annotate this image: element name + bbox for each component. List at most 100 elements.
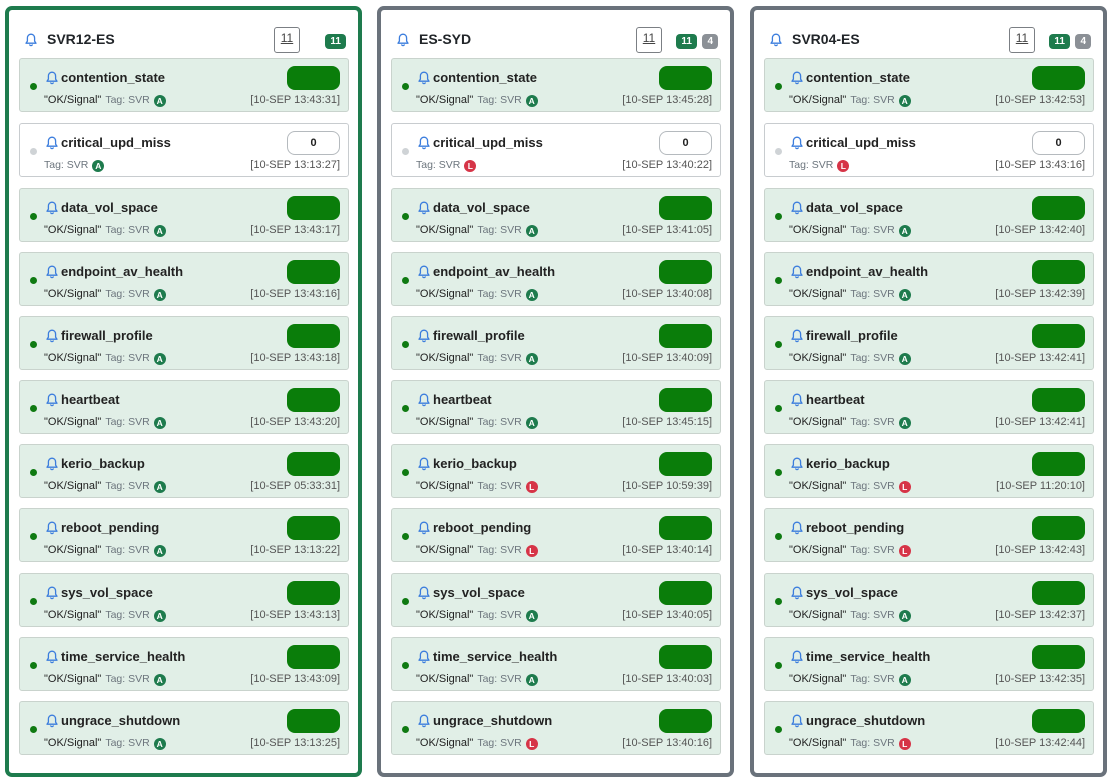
- bell-icon[interactable]: [791, 457, 803, 471]
- bell-icon[interactable]: [418, 136, 430, 150]
- check-card[interactable]: sys_vol_space "OK/Signal" Tag: SVR A [10-SEP…: [391, 573, 721, 627]
- check-value[interactable]: [1032, 516, 1085, 540]
- bell-icon[interactable]: [418, 71, 430, 85]
- check-value[interactable]: [287, 66, 340, 90]
- bell-icon[interactable]: [25, 33, 37, 47]
- bell-icon[interactable]: [46, 521, 58, 535]
- check-card[interactable]: critical_upd_miss 0 Tag: SVR L [10-SEP 13:43…: [764, 123, 1094, 177]
- check-value[interactable]: [1032, 66, 1085, 90]
- check-count-button[interactable]: 11: [274, 27, 300, 53]
- check-value[interactable]: [287, 260, 340, 284]
- check-card[interactable]: data_vol_space "OK/Signal" Tag: SVR A [10-SE…: [391, 188, 721, 242]
- bell-icon[interactable]: [418, 329, 430, 343]
- check-value[interactable]: [659, 452, 712, 476]
- bell-icon[interactable]: [46, 136, 58, 150]
- check-value[interactable]: [1032, 709, 1085, 733]
- check-value[interactable]: [287, 581, 340, 605]
- check-count-button[interactable]: 11: [1009, 27, 1035, 53]
- bell-icon[interactable]: [46, 265, 58, 279]
- bell-icon[interactable]: [791, 586, 803, 600]
- check-value[interactable]: [659, 260, 712, 284]
- check-value[interactable]: [659, 388, 712, 412]
- check-value[interactable]: [659, 66, 712, 90]
- bell-icon[interactable]: [791, 201, 803, 215]
- check-card[interactable]: reboot_pending "OK/Signal" Tag: SVR L [10-SE…: [764, 508, 1094, 562]
- check-value[interactable]: 0: [1032, 131, 1085, 155]
- check-value[interactable]: [1032, 581, 1085, 605]
- check-card[interactable]: firewall_profile "OK/Signal" Tag: SVR A [10-…: [764, 316, 1094, 370]
- bell-icon[interactable]: [46, 71, 58, 85]
- bell-icon[interactable]: [791, 521, 803, 535]
- bell-icon[interactable]: [46, 329, 58, 343]
- check-card[interactable]: sys_vol_space "OK/Signal" Tag: SVR A [10-SEP…: [19, 573, 349, 627]
- check-value[interactable]: [659, 581, 712, 605]
- check-value[interactable]: [287, 324, 340, 348]
- bell-icon[interactable]: [770, 33, 782, 47]
- check-card[interactable]: firewall_profile "OK/Signal" Tag: SVR A [10-…: [391, 316, 721, 370]
- check-value[interactable]: [1032, 388, 1085, 412]
- bell-icon[interactable]: [791, 136, 803, 150]
- check-value[interactable]: [659, 645, 712, 669]
- check-card[interactable]: critical_upd_miss 0 Tag: SVR A [10-SEP 13:13…: [19, 123, 349, 177]
- bell-icon[interactable]: [418, 201, 430, 215]
- bell-icon[interactable]: [791, 714, 803, 728]
- check-card[interactable]: heartbeat "OK/Signal" Tag: SVR A [10-SEP 13:…: [19, 380, 349, 434]
- bell-icon[interactable]: [791, 393, 803, 407]
- check-card[interactable]: firewall_profile "OK/Signal" Tag: SVR A [10-…: [19, 316, 349, 370]
- check-card[interactable]: sys_vol_space "OK/Signal" Tag: SVR A [10-SEP…: [764, 573, 1094, 627]
- bell-icon[interactable]: [791, 71, 803, 85]
- check-value[interactable]: [1032, 196, 1085, 220]
- check-value[interactable]: 0: [287, 131, 340, 155]
- check-card[interactable]: endpoint_av_health "OK/Signal" Tag: SVR A [1…: [19, 252, 349, 306]
- panel-title[interactable]: SVR12-ES: [47, 31, 115, 47]
- check-value[interactable]: 0: [659, 131, 712, 155]
- check-value[interactable]: [287, 452, 340, 476]
- check-value[interactable]: [659, 709, 712, 733]
- check-card[interactable]: contention_state "OK/Signal" Tag: SVR A [10-…: [19, 58, 349, 112]
- bell-icon[interactable]: [418, 650, 430, 664]
- check-card[interactable]: endpoint_av_health "OK/Signal" Tag: SVR A [1…: [391, 252, 721, 306]
- bell-icon[interactable]: [46, 650, 58, 664]
- check-card[interactable]: endpoint_av_health "OK/Signal" Tag: SVR A [1…: [764, 252, 1094, 306]
- bell-icon[interactable]: [46, 586, 58, 600]
- check-value[interactable]: [287, 196, 340, 220]
- bell-icon[interactable]: [418, 457, 430, 471]
- check-card[interactable]: heartbeat "OK/Signal" Tag: SVR A [10-SEP 13:…: [764, 380, 1094, 434]
- check-card[interactable]: ungrace_shutdown "OK/Signal" Tag: SVR L [10-…: [764, 701, 1094, 755]
- check-card[interactable]: kerio_backup "OK/Signal" Tag: SVR A [10-SEP …: [19, 444, 349, 498]
- check-value[interactable]: [1032, 324, 1085, 348]
- bell-icon[interactable]: [418, 265, 430, 279]
- check-card[interactable]: reboot_pending "OK/Signal" Tag: SVR A [10-SE…: [19, 508, 349, 562]
- check-value[interactable]: [659, 196, 712, 220]
- check-value[interactable]: [1032, 452, 1085, 476]
- bell-icon[interactable]: [46, 393, 58, 407]
- check-card[interactable]: kerio_backup "OK/Signal" Tag: SVR L [10-SEP …: [764, 444, 1094, 498]
- check-value[interactable]: [1032, 260, 1085, 284]
- check-value[interactable]: [659, 516, 712, 540]
- check-card[interactable]: time_service_health "OK/Signal" Tag: SVR A […: [19, 637, 349, 691]
- bell-icon[interactable]: [397, 33, 409, 47]
- bell-icon[interactable]: [791, 329, 803, 343]
- bell-icon[interactable]: [46, 714, 58, 728]
- check-card[interactable]: heartbeat "OK/Signal" Tag: SVR A [10-SEP 13:…: [391, 380, 721, 434]
- bell-icon[interactable]: [418, 393, 430, 407]
- check-value[interactable]: [1032, 645, 1085, 669]
- bell-icon[interactable]: [791, 265, 803, 279]
- bell-icon[interactable]: [418, 714, 430, 728]
- check-card[interactable]: time_service_health "OK/Signal" Tag: SVR A […: [764, 637, 1094, 691]
- panel-title[interactable]: SVR04-ES: [792, 31, 860, 47]
- check-card[interactable]: contention_state "OK/Signal" Tag: SVR A [10-…: [764, 58, 1094, 112]
- check-value[interactable]: [287, 709, 340, 733]
- check-count-button[interactable]: 11: [636, 27, 662, 53]
- check-card[interactable]: ungrace_shutdown "OK/Signal" Tag: SVR A [10-…: [19, 701, 349, 755]
- check-card[interactable]: contention_state "OK/Signal" Tag: SVR A [10-…: [391, 58, 721, 112]
- bell-icon[interactable]: [46, 201, 58, 215]
- check-card[interactable]: kerio_backup "OK/Signal" Tag: SVR L [10-SEP …: [391, 444, 721, 498]
- check-card[interactable]: ungrace_shutdown "OK/Signal" Tag: SVR L [10-…: [391, 701, 721, 755]
- check-value[interactable]: [659, 324, 712, 348]
- check-value[interactable]: [287, 388, 340, 412]
- bell-icon[interactable]: [46, 457, 58, 471]
- check-value[interactable]: [287, 645, 340, 669]
- panel-title[interactable]: ES-SYD: [419, 31, 471, 47]
- bell-icon[interactable]: [418, 521, 430, 535]
